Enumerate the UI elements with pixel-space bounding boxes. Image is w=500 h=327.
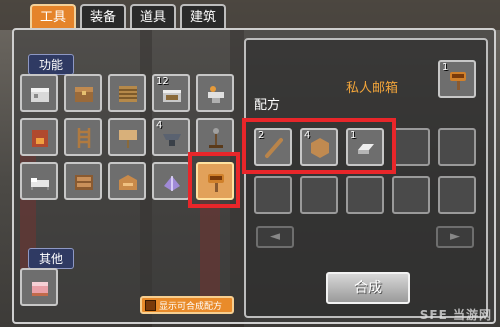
tab-items[interactable]: 道具 (130, 4, 176, 28)
anvil-table-icon (208, 86, 224, 103)
item-slot-wood-crate[interactable] (108, 74, 146, 112)
iron-anvil-icon (163, 134, 181, 146)
cooking-station-icon (163, 90, 181, 102)
checkbox-icon (145, 299, 156, 311)
left-panel: 功能 12 4 其他 (14, 44, 242, 324)
watermark: SFE 当游网 (419, 308, 492, 322)
furnace-icon (32, 130, 48, 147)
right-panel: 私人邮箱 1 配方 2 4 1 ◄ ► 合成 (242, 38, 488, 318)
item-slot-magic-item[interactable] (152, 162, 190, 200)
other-section-label: 其他 (28, 248, 75, 269)
crafting-table-icon (31, 88, 49, 102)
ingredient-slot-empty[interactable] (254, 176, 292, 214)
ingredient-slot-empty[interactable] (438, 176, 476, 214)
item-slot-cooking-station[interactable]: 12 (152, 74, 190, 112)
craft-button[interactable]: 合成 (326, 272, 410, 304)
recipe-title: 配方 (254, 98, 281, 113)
selection-highlight (188, 152, 240, 208)
item-slot-chest[interactable] (64, 74, 102, 112)
signboard-icon (119, 130, 137, 148)
cake-box-icon (32, 282, 48, 296)
item-slot-bed[interactable] (20, 162, 58, 200)
ingredient-slot-empty[interactable] (392, 128, 430, 166)
bed-icon (31, 178, 49, 190)
prev-page-button[interactable]: ◄ (256, 226, 294, 248)
result-slot[interactable]: 1 (438, 60, 476, 98)
tab-buildings[interactable]: 建筑 (180, 4, 226, 28)
storage-box-icon (75, 175, 93, 190)
item-slot-storage-box[interactable] (64, 162, 102, 200)
item-slot-cake-box[interactable] (20, 268, 58, 306)
ingredient-slot-empty[interactable] (300, 176, 338, 214)
item-slot-lamp-stand[interactable] (196, 118, 234, 156)
item-slot-anvil-table[interactable] (196, 74, 234, 112)
workbench-icon (119, 175, 137, 190)
wood-crate-icon (119, 86, 137, 102)
item-slot-workbench[interactable] (108, 162, 146, 200)
mailbox-icon (450, 72, 466, 90)
tab-tools[interactable]: 工具 (30, 4, 76, 28)
function-section-label: 功能 (28, 54, 75, 75)
show-craftable-toggle[interactable]: 显示可合成配方 (140, 296, 234, 314)
tab-equipment[interactable]: 装备 (80, 4, 126, 28)
ingredient-slot-empty[interactable] (438, 128, 476, 166)
ladder-icon (77, 128, 91, 148)
ingredient-slot-empty[interactable] (346, 176, 384, 214)
chest-icon (75, 87, 93, 102)
item-slot-furnace[interactable] (20, 118, 58, 156)
item-slot-iron-anvil[interactable]: 4 (152, 118, 190, 156)
item-slot-crafting-table[interactable] (20, 74, 58, 112)
ingredient-slot-empty[interactable] (392, 176, 430, 214)
result-item-name: 私人邮箱 (346, 81, 399, 96)
magic-item-icon (164, 176, 180, 191)
show-craftable-label: 显示可合成配方 (159, 301, 223, 312)
lamp-stand-icon (209, 128, 223, 148)
next-page-button[interactable]: ► (436, 226, 474, 248)
category-tabs: 工具 装备 道具 建筑 (30, 4, 226, 28)
item-slot-ladder[interactable] (64, 118, 102, 156)
item-slot-signboard[interactable] (108, 118, 146, 156)
recipe-highlight (242, 118, 396, 174)
